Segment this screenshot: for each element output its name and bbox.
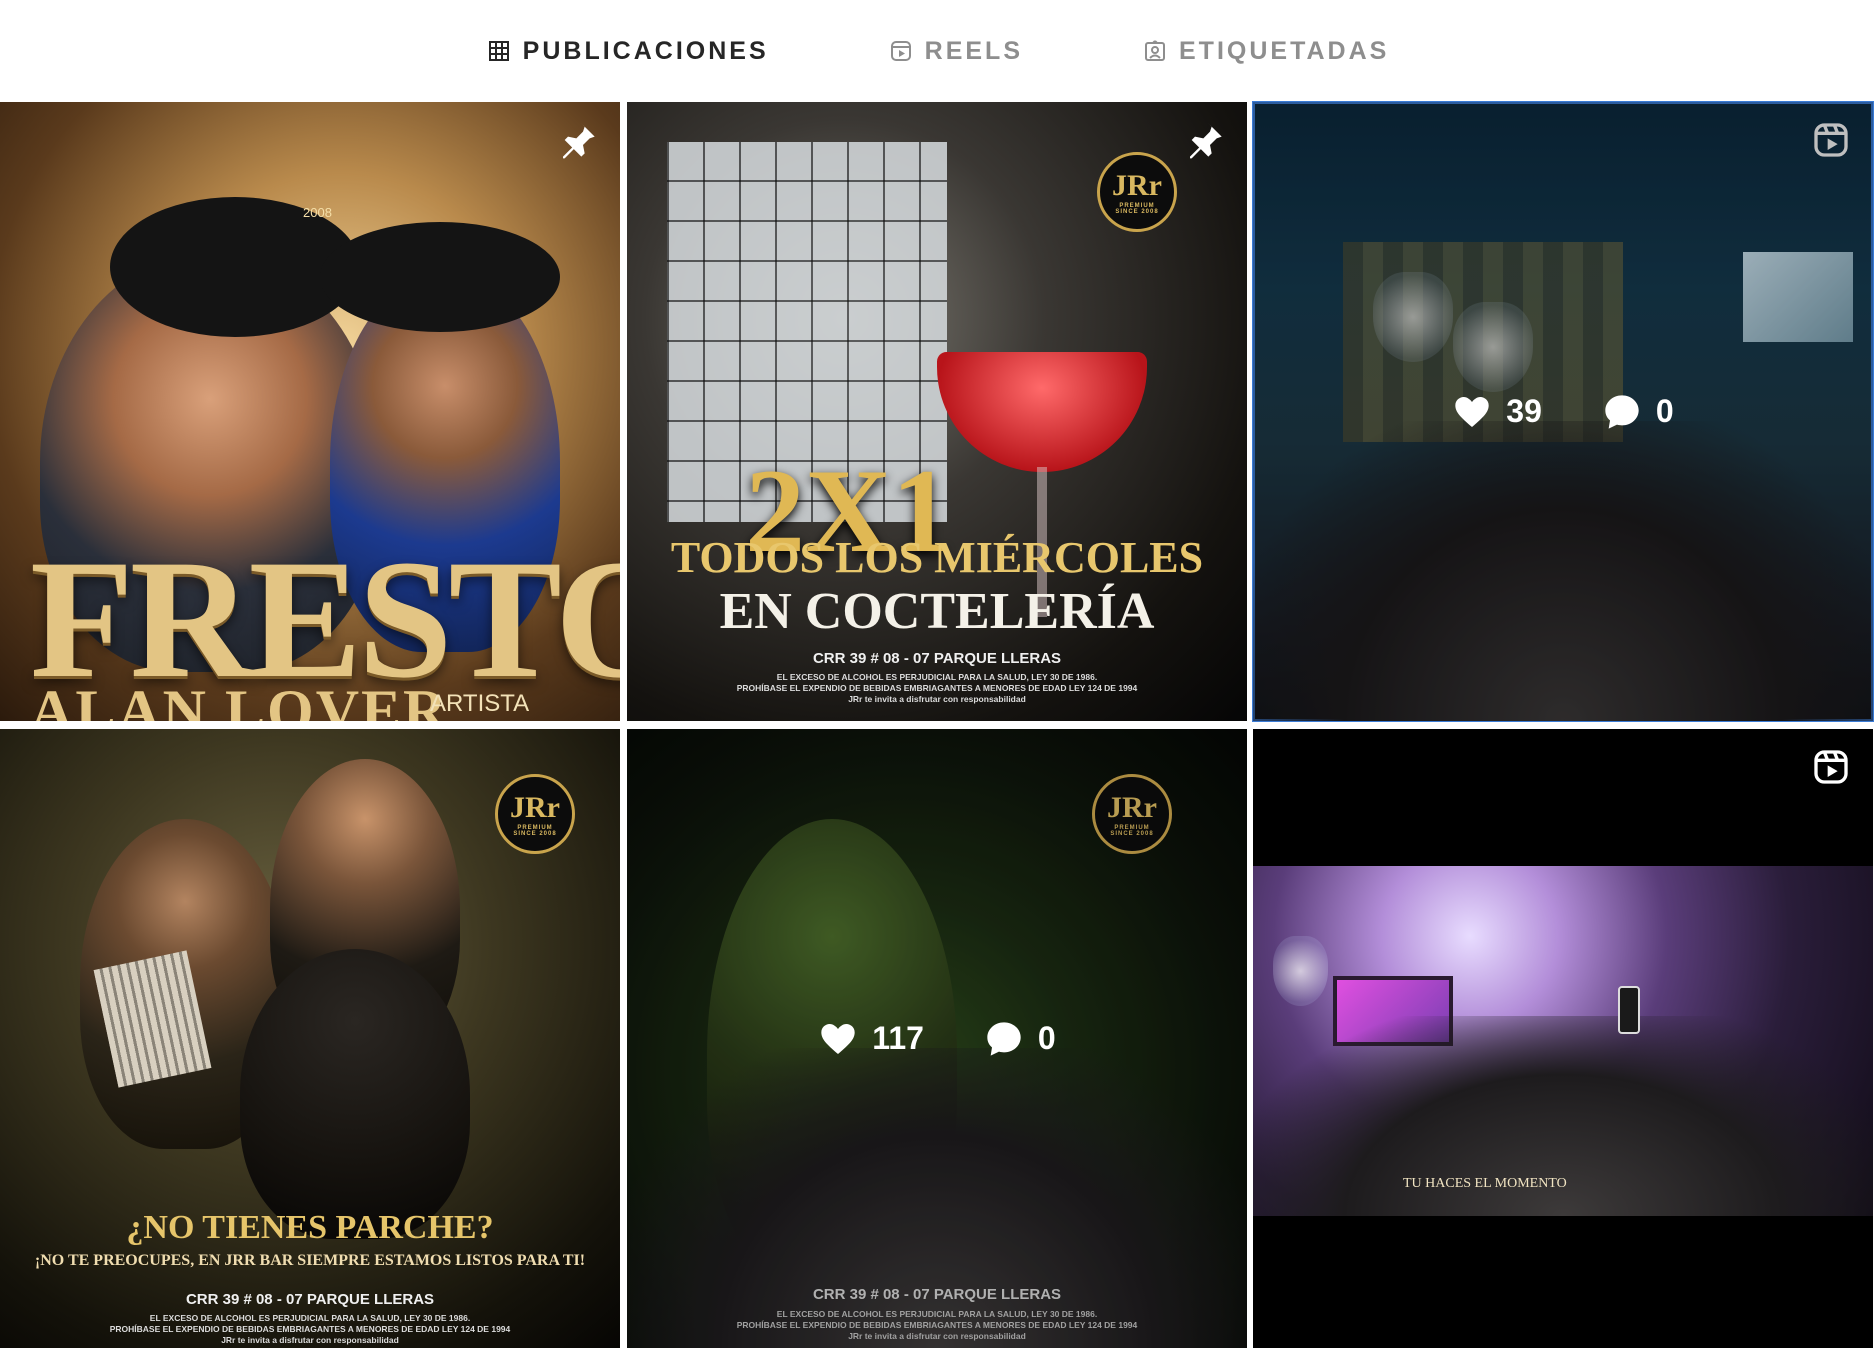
tagged-icon	[1145, 40, 1165, 61]
post-role: ARTISTA	[430, 690, 530, 717]
comments-stat: 0	[1602, 392, 1674, 432]
post-party-woman[interactable]: JRr PREMIUM SINCE 2008 CRR 39 # 08 - 07 …	[627, 729, 1247, 1348]
phone-in-hand	[1618, 986, 1640, 1034]
promo-line-2: EN COCTELERÍA	[719, 583, 1155, 640]
likes-count: 117	[872, 1020, 924, 1056]
post-reel-club[interactable]: 39 0	[1252, 101, 1874, 722]
jrr-logo-badge: JRr PREMIUM SINCE 2008	[1097, 152, 1177, 232]
badge-since: SINCE 2008	[513, 831, 557, 837]
post-fresto[interactable]: 2008 FRESTO ALAN LOVER ARTISTA	[0, 102, 620, 721]
reel-icon	[1814, 750, 1848, 784]
legal-line-1: EL EXCESO DE ALCOHOL ES PERJUDICIAL PARA…	[776, 672, 1098, 682]
badge-logo: JRr	[1112, 169, 1162, 202]
video-caption: TU HACES EL MOMENTO	[1403, 1176, 1567, 1191]
post-subtitle: ALAN LOVER	[30, 678, 449, 721]
year-label: 2008	[303, 205, 332, 220]
hover-overlay: 117 0	[627, 729, 1247, 1348]
reels-icon	[890, 41, 911, 61]
tab-etiquetadas[interactable]: ETIQUETADAS	[1143, 37, 1389, 66]
post-reel-momento[interactable]: TU HACES EL MOMENTO	[1253, 729, 1873, 1348]
comments-stat: 0	[984, 1019, 1056, 1059]
post-subline: ¡NO TE PREOCUPES, EN JRR BAR SIEMPRE EST…	[34, 1252, 586, 1269]
likes-count: 39	[1506, 393, 1542, 429]
comments-count: 0	[1655, 393, 1674, 429]
legal-line-3: JRr te invita a disfrutar con responsabi…	[221, 1335, 399, 1345]
comment-icon	[1605, 394, 1639, 429]
address-text: CRR 39 # 08 - 07 PARQUE LLERAS	[812, 650, 1062, 667]
promo-line-1: TODOS LOS MIÉRCOLES	[670, 533, 1204, 582]
legal-line-1: EL EXCESO DE ALCOHOL ES PERJUDICIAL PARA…	[149, 1313, 471, 1323]
post-headline: ¿NO TIENES PARCHE?	[126, 1209, 494, 1246]
comments-count: 0	[1037, 1020, 1056, 1056]
badge-logo: JRr	[510, 791, 560, 824]
pin-icon	[1190, 123, 1222, 159]
tab-reels[interactable]: REELS	[889, 37, 1023, 66]
grid-icon	[488, 41, 509, 61]
hat	[320, 222, 560, 332]
chandelier	[1273, 936, 1328, 1006]
post-2x1[interactable]: JRr PREMIUM SINCE 2008 2X1 TODOS LOS MIÉ…	[627, 102, 1247, 721]
jrr-logo-badge: JRr PREMIUM SINCE 2008	[495, 774, 575, 854]
heart-icon	[1455, 396, 1489, 427]
address-text: CRR 39 # 08 - 07 PARQUE LLERAS	[185, 1291, 435, 1308]
posts-grid: 2008 FRESTO ALAN LOVER ARTISTA JRr PREMI…	[0, 101, 1876, 1352]
man-back	[240, 949, 470, 1239]
legal-line-3: JRr te invita a disfrutar con responsabi…	[848, 694, 1026, 704]
tab-label: ETIQUETADAS	[1179, 36, 1390, 65]
pin-icon	[563, 123, 595, 159]
hover-overlay: 39 0	[1253, 102, 1873, 721]
tab-publicaciones[interactable]: PUBLICACIONES	[487, 37, 769, 66]
tab-label: REELS	[924, 36, 1023, 65]
legal-line-2: PROHÍBASE EL EXPENDIO DE BEBIDAS EMBRIAG…	[109, 1324, 511, 1334]
cocktail-glass	[937, 352, 1147, 472]
profile-tabs: PUBLICACIONES REELS ETIQUETADAS	[0, 0, 1876, 102]
legal-line-2: PROHÍBASE EL EXPENDIO DE BEBIDAS EMBRIAG…	[736, 683, 1138, 693]
video-frame: TU HACES EL MOMENTO	[1253, 866, 1873, 1216]
likes-stat: 39	[1452, 392, 1542, 432]
badge-since: SINCE 2008	[1115, 209, 1159, 215]
heart-icon	[821, 1023, 855, 1054]
tab-label: PUBLICACIONES	[522, 36, 769, 65]
post-no-tienes-parche[interactable]: JRr PREMIUM SINCE 2008 ¿NO TIENES PARCHE…	[0, 729, 620, 1348]
likes-stat: 117	[818, 1019, 924, 1059]
comment-icon	[987, 1021, 1021, 1056]
